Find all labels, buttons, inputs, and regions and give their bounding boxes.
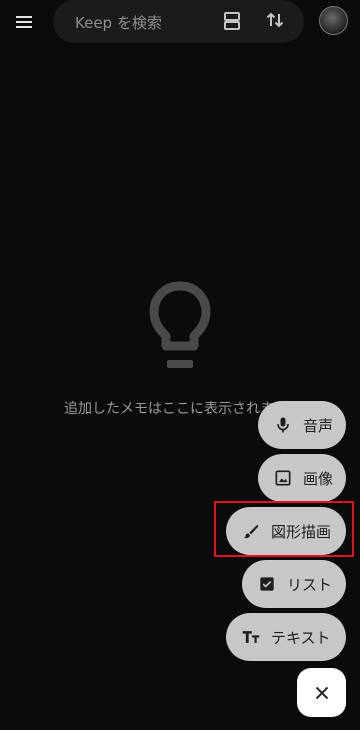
search-input[interactable] [73,0,217,45]
drawing-note-button[interactable]: 図形描画 [226,507,346,555]
search-bar[interactable] [53,0,304,45]
close-fab-button[interactable] [297,668,346,717]
checkbox-icon [260,577,274,591]
image-note-button[interactable]: 画像 [258,454,346,502]
close-icon [315,686,328,699]
microphone-icon [277,417,289,433]
sort-button[interactable] [263,8,287,32]
layout-toggle-button[interactable] [220,9,244,33]
top-app-bar [0,0,360,45]
audio-note-label: 音声 [303,416,334,435]
image-note-label: 画像 [303,469,334,488]
menu-button[interactable] [12,10,36,34]
brush-icon [243,524,259,539]
swap-vert-icon [266,12,284,28]
list-note-button[interactable]: リスト [242,560,346,608]
text-note-label: テキスト [271,628,331,647]
image-icon [275,470,291,486]
list-note-label: リスト [287,575,333,594]
text-format-icon [242,631,260,643]
lightbulb-icon [149,281,211,368]
menu-icon [16,16,32,28]
audio-note-button[interactable]: 音声 [258,401,346,449]
drawing-note-label: 図形描画 [271,522,332,541]
view-agenda-icon [224,12,240,30]
account-avatar[interactable] [319,6,348,35]
text-note-button[interactable]: テキスト [226,613,346,661]
